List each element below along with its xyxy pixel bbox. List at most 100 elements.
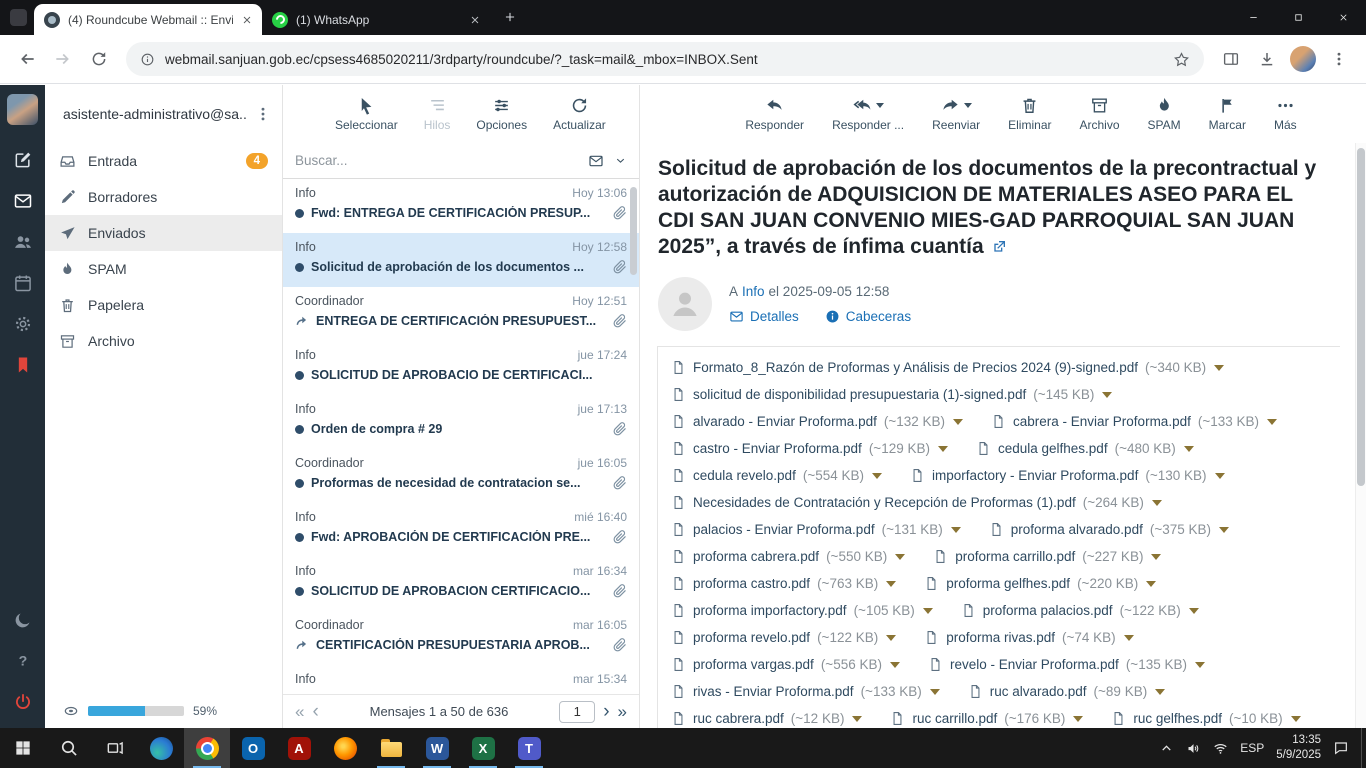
folder-spam[interactable]: SPAM bbox=[45, 251, 282, 287]
message-row[interactable]: Info mié 16:40 Fwd: APROBACIÓN DE CERTIF… bbox=[283, 503, 639, 557]
external-link-icon[interactable] bbox=[991, 239, 1007, 255]
attachment-menu-caret-icon[interactable] bbox=[890, 662, 900, 668]
reader-scrollbar[interactable] bbox=[1355, 143, 1366, 728]
downloads-button[interactable] bbox=[1250, 42, 1284, 76]
taskbar-search-button[interactable] bbox=[46, 728, 92, 768]
attachment-menu-caret-icon[interactable] bbox=[923, 608, 933, 614]
attachment-name-link[interactable]: proforma revelo.pdf bbox=[693, 630, 810, 645]
next-page-button[interactable] bbox=[603, 702, 609, 721]
addon-nav-button[interactable] bbox=[0, 344, 45, 385]
address-bar[interactable]: webmail.sanjuan.gob.ec/cpsess4685020211/… bbox=[126, 42, 1204, 76]
attachment-menu-caret-icon[interactable] bbox=[1073, 716, 1083, 722]
message-row[interactable]: Info jue 17:13 Orden de compra # 29 bbox=[283, 395, 639, 449]
taskbar-acrobat[interactable] bbox=[276, 728, 322, 768]
refresh-button[interactable]: Actualizar bbox=[545, 93, 614, 135]
attachment-name-link[interactable]: proforma carrillo.pdf bbox=[955, 549, 1075, 564]
hidden-icons-chevron[interactable] bbox=[1159, 741, 1174, 756]
taskbar-outlook[interactable] bbox=[230, 728, 276, 768]
attachment-name-link[interactable]: cedula gelfhes.pdf bbox=[998, 441, 1108, 456]
action-center-icon[interactable] bbox=[1333, 740, 1349, 756]
tab-close-icon[interactable] bbox=[469, 14, 481, 26]
darkmode-button[interactable] bbox=[0, 599, 45, 640]
attachment-name-link[interactable]: ruc cabrera.pdf bbox=[693, 711, 784, 726]
tab-close-icon[interactable] bbox=[241, 14, 253, 26]
taskbar-excel[interactable] bbox=[460, 728, 506, 768]
attachment-name-link[interactable]: proforma castro.pdf bbox=[693, 576, 810, 591]
attachment-name-link[interactable]: imporfactory - Enviar Proforma.pdf bbox=[932, 468, 1138, 483]
attachment-name-link[interactable]: ruc gelfhes.pdf bbox=[1133, 711, 1222, 726]
reply-button[interactable]: Responder bbox=[737, 93, 812, 135]
spam-button[interactable]: SPAM bbox=[1140, 93, 1189, 135]
attachment-menu-caret-icon[interactable] bbox=[1146, 581, 1156, 587]
attachment-menu-caret-icon[interactable] bbox=[886, 635, 896, 641]
attachment-menu-caret-icon[interactable] bbox=[953, 419, 963, 425]
folder-entrada[interactable]: Entrada 4 bbox=[45, 143, 282, 179]
attachment-menu-caret-icon[interactable] bbox=[852, 716, 862, 722]
select-button[interactable]: Seleccionar bbox=[327, 93, 406, 135]
delete-button[interactable]: Eliminar bbox=[1000, 93, 1059, 135]
list-scrollbar[interactable] bbox=[630, 183, 637, 692]
attachment-name-link[interactable]: proforma palacios.pdf bbox=[983, 603, 1113, 618]
attachment-name-link[interactable]: palacios - Enviar Proforma.pdf bbox=[693, 522, 875, 537]
maximize-button[interactable] bbox=[1276, 0, 1321, 35]
attachment-menu-caret-icon[interactable] bbox=[1184, 446, 1194, 452]
archive-button[interactable]: Archivo bbox=[1071, 93, 1127, 135]
attachment-name-link[interactable]: rivas - Enviar Proforma.pdf bbox=[693, 684, 854, 699]
help-button[interactable] bbox=[0, 640, 45, 681]
last-page-button[interactable] bbox=[618, 703, 627, 720]
attachment-name-link[interactable]: castro - Enviar Proforma.pdf bbox=[693, 441, 862, 456]
attachment-name-link[interactable]: proforma rivas.pdf bbox=[946, 630, 1055, 645]
attachment-menu-caret-icon[interactable] bbox=[1267, 419, 1277, 425]
attachment-menu-caret-icon[interactable] bbox=[895, 554, 905, 560]
search-scope-envelope-icon[interactable] bbox=[588, 153, 604, 169]
taskbar-firefox[interactable] bbox=[322, 728, 368, 768]
message-row[interactable]: Info mar 16:34 SOLICITUD DE APROBACION C… bbox=[283, 557, 639, 611]
first-page-button[interactable] bbox=[295, 703, 304, 720]
message-row[interactable]: Info jue 17:24 SOLICITUD DE APROBACIO DE… bbox=[283, 341, 639, 395]
taskbar-word[interactable] bbox=[414, 728, 460, 768]
mark-button[interactable]: Marcar bbox=[1201, 93, 1254, 135]
folder-papelera[interactable]: Papelera bbox=[45, 287, 282, 323]
attachment-name-link[interactable]: Necesidades de Contratación y Recepción … bbox=[693, 495, 1076, 510]
message-row[interactable]: Info mar 15:34 bbox=[283, 665, 639, 694]
attachment-menu-caret-icon[interactable] bbox=[1214, 365, 1224, 371]
attachment-menu-caret-icon[interactable] bbox=[1215, 473, 1225, 479]
attachment-menu-caret-icon[interactable] bbox=[930, 689, 940, 695]
attachment-name-link[interactable]: cabrera - Enviar Proforma.pdf bbox=[1013, 414, 1191, 429]
compose-button[interactable] bbox=[0, 139, 45, 180]
side-panel-button[interactable] bbox=[1214, 42, 1248, 76]
message-row[interactable]: Coordinador jue 16:05 Proformas de neces… bbox=[283, 449, 639, 503]
calendar-nav-button[interactable] bbox=[0, 262, 45, 303]
back-button[interactable] bbox=[10, 42, 44, 76]
tab-roundcube[interactable]: (4) Roundcube Webmail :: Envia bbox=[34, 4, 262, 35]
message-row[interactable]: Info Hoy 12:58 Solicitud de aprobación d… bbox=[283, 233, 639, 287]
page-number-input[interactable] bbox=[559, 701, 595, 723]
dropdown-caret-icon[interactable] bbox=[876, 103, 884, 108]
taskbar-chrome[interactable] bbox=[184, 728, 230, 768]
logout-button[interactable] bbox=[0, 681, 45, 722]
bookmark-star-icon[interactable] bbox=[1173, 51, 1190, 68]
account-menu-icon[interactable] bbox=[254, 105, 272, 123]
message-row[interactable]: Coordinador mar 16:05 CERTIFICACIÓN PRES… bbox=[283, 611, 639, 665]
attachment-menu-caret-icon[interactable] bbox=[1219, 527, 1229, 533]
attachment-menu-caret-icon[interactable] bbox=[1124, 635, 1134, 641]
attachment-menu-caret-icon[interactable] bbox=[1152, 500, 1162, 506]
dropdown-caret-icon[interactable] bbox=[964, 103, 972, 108]
attachment-name-link[interactable]: proforma alvarado.pdf bbox=[1011, 522, 1143, 537]
language-indicator[interactable]: ESP bbox=[1240, 741, 1264, 755]
contacts-nav-button[interactable] bbox=[0, 221, 45, 262]
search-options-chevron-icon[interactable] bbox=[614, 154, 627, 167]
taskbar-edge[interactable] bbox=[138, 728, 184, 768]
list-scrollbar-thumb[interactable] bbox=[630, 187, 637, 275]
search-input[interactable] bbox=[295, 153, 578, 168]
new-tab-button[interactable] bbox=[496, 3, 524, 31]
attachment-name-link[interactable]: proforma gelfhes.pdf bbox=[946, 576, 1070, 591]
threads-button[interactable]: Hilos bbox=[416, 93, 459, 135]
attachment-menu-caret-icon[interactable] bbox=[1151, 554, 1161, 560]
attachment-name-link[interactable]: alvarado - Enviar Proforma.pdf bbox=[693, 414, 877, 429]
forward-button[interactable]: Reenviar bbox=[924, 93, 988, 135]
workspace-avatar[interactable] bbox=[7, 94, 38, 125]
attachment-menu-caret-icon[interactable] bbox=[1102, 392, 1112, 398]
attachment-name-link[interactable]: ruc alvarado.pdf bbox=[990, 684, 1087, 699]
settings-nav-button[interactable] bbox=[0, 303, 45, 344]
